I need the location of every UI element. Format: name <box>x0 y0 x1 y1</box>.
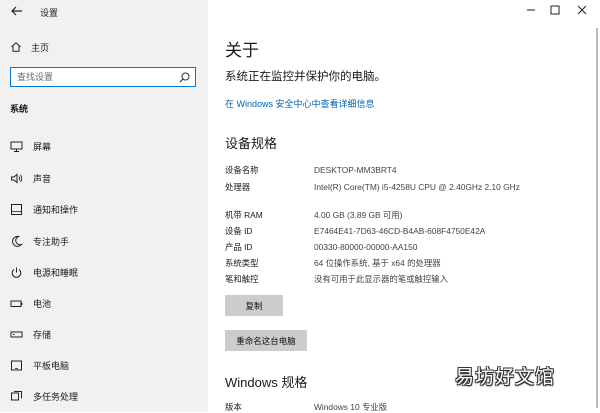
spec-value: DESKTOP-MM3BRT4 <box>314 165 397 175</box>
sidebar-item-label: 多任务处理 <box>33 391 79 402</box>
maximize-icon[interactable] <box>549 4 561 16</box>
sidebar-item-notifications[interactable]: 通知和操作 <box>0 199 208 219</box>
sidebar-item-label: 平板电脑 <box>33 360 70 371</box>
spec-value: Windows 10 专业版 <box>314 402 388 412</box>
main-content: 关于 系统正在监控并保护你的电脑。 在 Windows 安全中心中查看详细信息 … <box>208 0 600 412</box>
spec-row-processor: 处理器 Intel(R) Core(TM) i5-4258U CPU @ 2.4… <box>225 181 529 193</box>
minimize-icon[interactable] <box>525 4 537 16</box>
search-box[interactable] <box>10 67 196 87</box>
sidebar-item-storage[interactable]: 存储 <box>0 324 208 344</box>
monitor-icon <box>10 141 23 152</box>
spec-value: 64 位操作系统, 基于 x64 的处理器 <box>314 258 441 268</box>
security-status-text: 系统正在监控并保护你的电脑。 <box>225 71 386 83</box>
rename-pc-button[interactable]: 重命名这台电脑 <box>225 330 307 351</box>
spec-value: 00330-80000-00000-AA150 <box>314 242 418 252</box>
speaker-icon <box>11 172 23 184</box>
window-title: 设置 <box>40 8 59 18</box>
spec-row-system-type: 系统类型 64 位操作系统, 基于 x64 的处理器 <box>225 257 529 269</box>
spec-row-device-id: 设备 ID E7464E41-7D63-46CD-B4AB-608F4750E4… <box>225 225 529 237</box>
security-center-link[interactable]: 在 Windows 安全中心中查看详细信息 <box>225 97 375 110</box>
spec-value: Intel(R) Core(TM) i5-4258U CPU @ 2.40GHz… <box>314 182 520 192</box>
spec-key: 笔和触控 <box>225 274 259 284</box>
sidebar: 设置 主页 系统 屏幕 声音 通知和操作 专注助手 <box>0 0 208 412</box>
sidebar-item-label: 通知和操作 <box>33 204 79 215</box>
moon-icon <box>12 235 23 247</box>
multitask-icon <box>11 390 22 400</box>
sidebar-item-display[interactable]: 屏幕 <box>0 136 208 156</box>
sidebar-item-power[interactable]: 电源和睡眠 <box>0 262 208 282</box>
power-icon <box>11 267 22 278</box>
storage-icon <box>10 331 23 337</box>
spec-row-pen-touch: 笔和触控 没有可用于此显示器的笔或触控输入 <box>225 273 529 285</box>
spec-value: 4.00 GB (3.89 GB 可用) <box>314 210 403 220</box>
sidebar-item-label: 存储 <box>33 329 52 340</box>
sidebar-item-label: 专注助手 <box>33 236 70 247</box>
sidebar-item-battery[interactable]: 电池 <box>0 293 208 313</box>
spec-row-product-id: 产品 ID 00330-80000-00000-AA150 <box>225 241 529 253</box>
search-input[interactable] <box>17 71 177 83</box>
spec-key: 设备 ID <box>225 226 253 236</box>
sidebar-item-focus-assist[interactable]: 专注助手 <box>0 231 208 251</box>
back-arrow-icon[interactable] <box>10 4 24 18</box>
windows-specs-heading: Windows 规格 <box>225 375 308 390</box>
sidebar-home-label: 主页 <box>31 42 50 53</box>
sidebar-item-label: 电池 <box>33 298 52 309</box>
copy-button[interactable]: 复制 <box>225 295 283 316</box>
spec-key: 处理器 <box>225 182 251 192</box>
sidebar-item-home[interactable]: 主页 <box>10 40 49 54</box>
spec-row-edition: 版本 Windows 10 专业版 <box>225 401 387 413</box>
spec-key: 产品 ID <box>225 242 253 252</box>
sidebar-item-sound[interactable]: 声音 <box>0 168 208 188</box>
spec-row-ram: 机带 RAM 4.00 GB (3.89 GB 可用) <box>225 209 529 221</box>
search-icon[interactable] <box>179 72 190 83</box>
sidebar-item-multitasking[interactable]: 多任务处理 <box>0 386 208 406</box>
tablet-icon <box>11 360 22 370</box>
close-icon[interactable] <box>576 4 588 16</box>
spec-key: 机带 RAM <box>225 210 263 220</box>
device-specs-heading: 设备规格 <box>225 136 278 151</box>
spec-value: E7464E41-7D63-46CD-B4AB-608F4750E42A <box>314 226 486 236</box>
watermark: 易坊好文馆 <box>455 367 556 388</box>
sidebar-item-label: 屏幕 <box>33 141 52 152</box>
spec-key: 设备名称 <box>225 165 259 175</box>
battery-icon <box>10 300 23 307</box>
page-title: 关于 <box>225 41 259 60</box>
notification-icon <box>11 203 22 215</box>
spec-key: 系统类型 <box>225 258 259 268</box>
sidebar-item-label: 电源和睡眠 <box>33 267 79 278</box>
sidebar-item-tablet[interactable]: 平板电脑 <box>0 355 208 375</box>
sidebar-item-label: 声音 <box>33 173 52 184</box>
scrollbar[interactable] <box>596 28 598 408</box>
home-icon <box>11 42 21 52</box>
spec-value: 没有可用于此显示器的笔或触控输入 <box>314 274 448 284</box>
spec-row-device-name: 设备名称 DESKTOP-MM3BRT4 <box>225 164 529 176</box>
spec-key: 版本 <box>225 402 242 412</box>
sidebar-section-label: 系统 <box>10 104 29 114</box>
